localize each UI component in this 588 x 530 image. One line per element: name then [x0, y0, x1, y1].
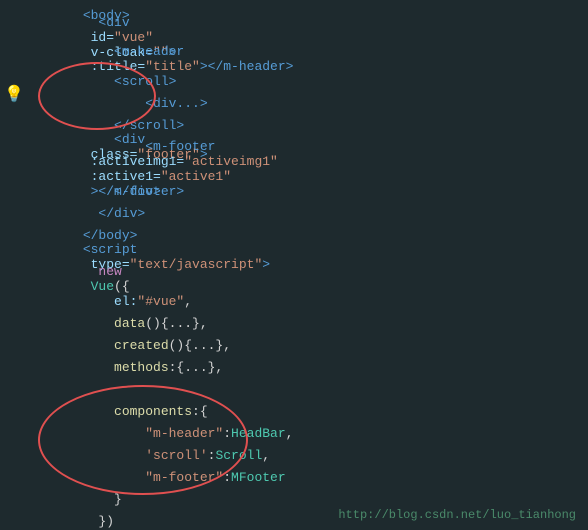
footer-url: http://blog.csdn.net/luo_tianhong: [338, 508, 576, 522]
fn-methods: methods: [114, 360, 169, 375]
bulb-icon: 💡: [4, 84, 24, 104]
attr-activeimg1-val: "activeimg1": [184, 154, 278, 169]
tag-mheader-open: <m-header: [114, 44, 184, 59]
tag-div-open: <div: [98, 15, 129, 30]
tag-mfooter: <m-footer: [145, 139, 215, 154]
attr-activeimg1: :activeimg1=: [83, 154, 184, 169]
punc-5: :{...},: [169, 360, 224, 375]
code-line-17: methods:{...},: [0, 356, 588, 378]
kw-new: new: [98, 264, 121, 279]
code-editor: <body> <div id="vue" v-cloak=""> <m-head…: [0, 0, 588, 530]
